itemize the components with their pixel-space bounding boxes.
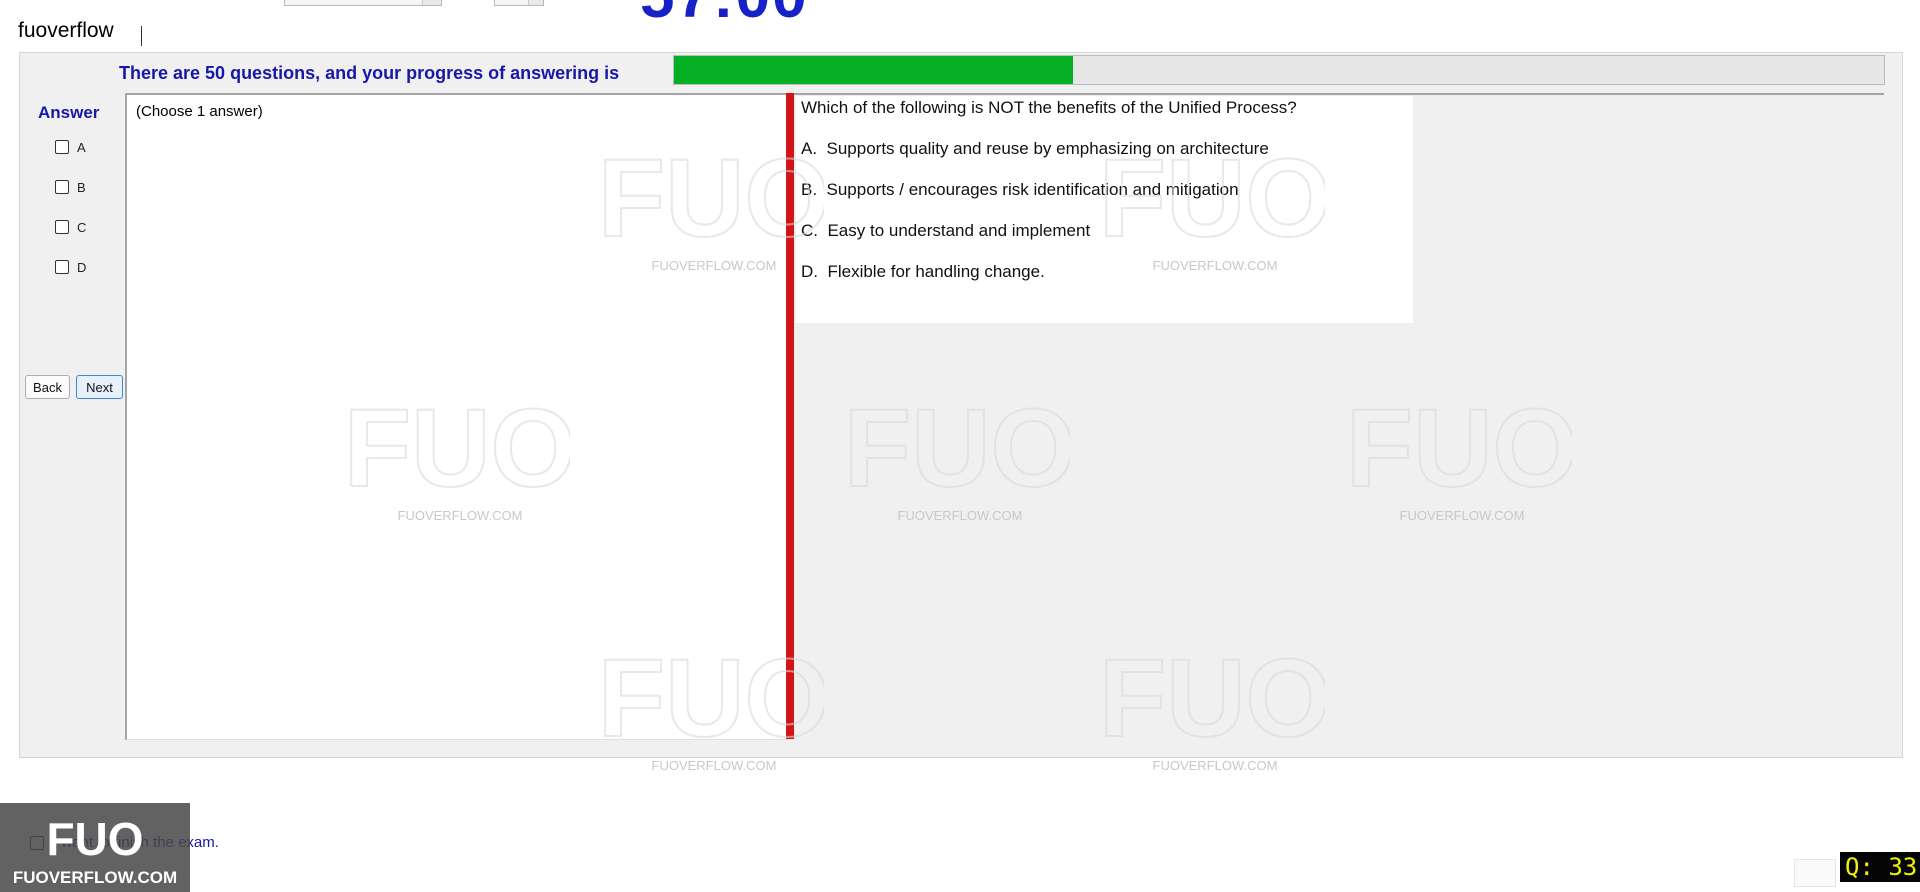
- checkbox-icon[interactable]: [55, 260, 69, 274]
- user-label: fuoverflow: [18, 19, 114, 42]
- choice-text: Supports / encourages risk identificatio…: [826, 180, 1239, 199]
- logo-text: FUOVERFLOW.COM: [13, 868, 177, 887]
- choice-letter: A.: [801, 139, 818, 158]
- top-spin-box[interactable]: [494, 0, 544, 6]
- choice-a: A. Supports quality and reuse by emphasi…: [801, 139, 1269, 159]
- choose-hint: (Choose 1 answer): [136, 103, 263, 120]
- progress-bar: [673, 55, 1885, 85]
- choice-letter: B.: [801, 180, 818, 199]
- choice-letter: D.: [801, 262, 818, 281]
- checkbox-icon[interactable]: [55, 180, 69, 194]
- back-button[interactable]: Back: [25, 375, 70, 399]
- watermark-site: FUOVERFLOW.COM: [1153, 758, 1278, 773]
- answer-option-d[interactable]: D: [55, 257, 86, 277]
- choice-text: Easy to understand and implement: [827, 221, 1091, 240]
- answer-option-c[interactable]: C: [55, 217, 86, 237]
- choice-text: Supports quality and reuse by emphasizin…: [826, 139, 1269, 158]
- choice-d: D. Flexible for handling change.: [801, 262, 1045, 282]
- combo-arrow-icon[interactable]: [422, 0, 441, 5]
- question-box: Which of the following is NOT the benefi…: [796, 96, 1413, 323]
- question-counter-badge: Q: 33: [1840, 852, 1920, 882]
- fuoverflow-logo: FUO FUOVERFLOW.COM: [0, 803, 190, 892]
- question-text: Which of the following is NOT the benefi…: [801, 98, 1297, 117]
- watermark-site: FUOVERFLOW.COM: [652, 758, 777, 773]
- spin-arrow-icon[interactable]: [528, 0, 543, 5]
- choice-c: C. Easy to understand and implement: [801, 221, 1090, 241]
- answer-title: Answer: [38, 103, 100, 122]
- choice-b: B. Supports / encourages risk identifica…: [801, 180, 1239, 200]
- checkbox-icon[interactable]: [55, 220, 69, 234]
- answer-text-box[interactable]: (Choose 1 answer): [125, 93, 788, 740]
- text-caret: [141, 26, 142, 46]
- option-label: D: [77, 259, 87, 275]
- exam-timer: 57:00: [640, 0, 809, 28]
- logo-mark: FUO: [46, 813, 143, 865]
- answer-option-b[interactable]: B: [55, 177, 86, 197]
- option-label: C: [77, 219, 87, 235]
- progress-fill: [674, 56, 1074, 84]
- top-combo-box[interactable]: [284, 0, 442, 6]
- small-input-field[interactable]: [1794, 859, 1836, 887]
- progress-label: There are 50 questions, and your progres…: [119, 63, 620, 83]
- next-button[interactable]: Next: [76, 375, 123, 399]
- choice-letter: C.: [801, 221, 818, 240]
- checkbox-icon[interactable]: [55, 140, 69, 154]
- option-label: B: [77, 179, 86, 195]
- logo-graphic: FUO FUOVERFLOW.COM: [13, 813, 177, 887]
- panel-splitter[interactable]: [786, 93, 794, 739]
- choice-text: Flexible for handling change.: [827, 262, 1045, 281]
- answer-option-a[interactable]: A: [55, 137, 86, 157]
- option-label: A: [77, 139, 86, 155]
